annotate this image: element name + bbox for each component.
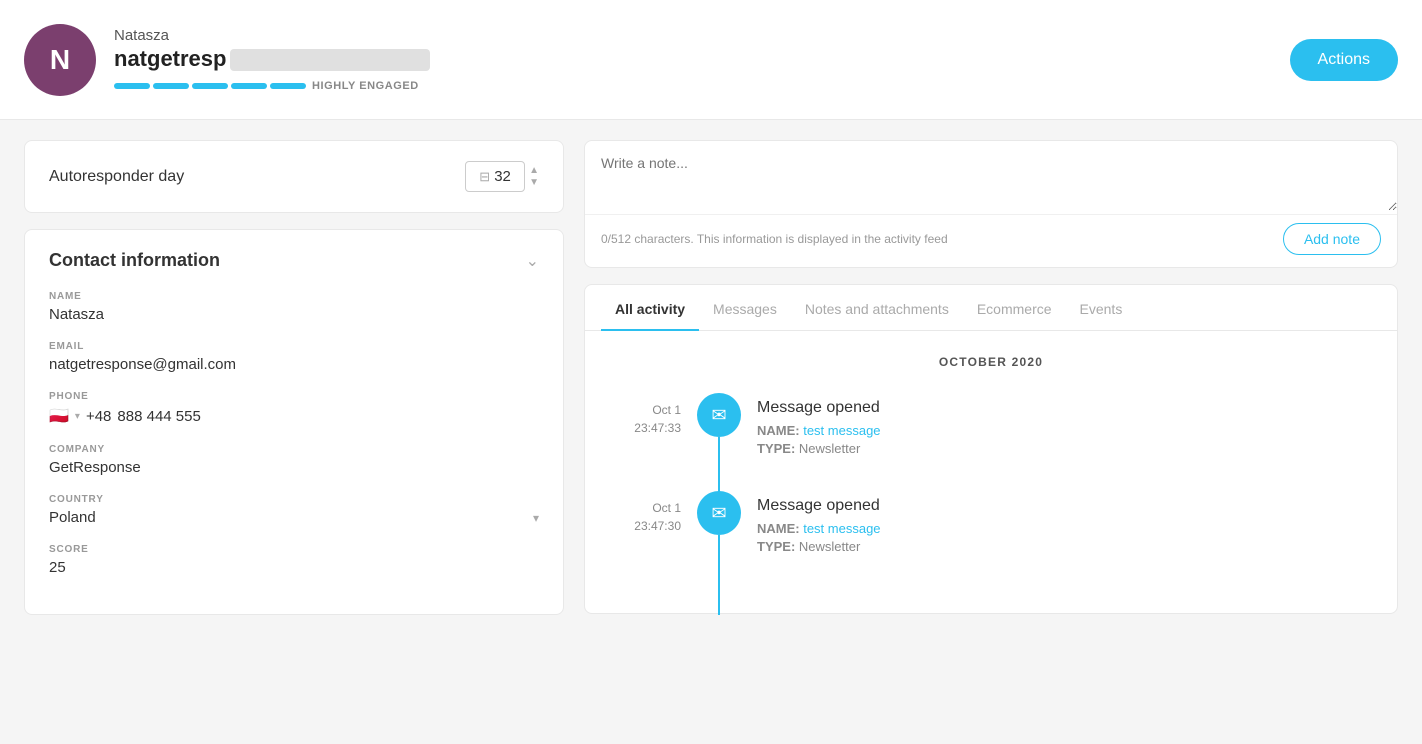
left-panel: Autoresponder day ⊟ 32 ▲ ▼ Contact infor…	[24, 140, 564, 615]
month-label: OCTOBER 2020	[601, 355, 1381, 369]
phone-label: PHONE	[49, 391, 539, 402]
stepper-up[interactable]: ▲	[529, 166, 539, 176]
activity-date-1: Oct 1	[601, 401, 681, 419]
tab-all-activity[interactable]: All activity	[601, 285, 699, 331]
score-label: SCORE	[49, 544, 539, 555]
activity-timestamp-2: 23:47:30	[601, 517, 681, 535]
company-label: COMPANY	[49, 444, 539, 455]
header-info: Natasza natgetresp HIGHLY ENGAGED	[114, 27, 1290, 92]
day-input-box[interactable]: ⊟ 32	[465, 161, 525, 192]
email-field: EMAIL natgetresponse@gmail.com	[49, 341, 539, 373]
note-hint: 0/512 characters. This information is di…	[601, 232, 948, 246]
name-label: NAME	[49, 291, 539, 302]
message-opened-icon-2: ✉	[697, 491, 741, 535]
header: N Natasza natgetresp HIGHLY ENGAGED Acti…	[0, 0, 1422, 120]
activity-meta-type-1: TYPE: Newsletter	[757, 441, 881, 456]
day-stepper: ⊟ 32 ▲ ▼	[465, 161, 539, 192]
activity-title-2: Message opened	[757, 497, 881, 515]
tab-ecommerce[interactable]: Ecommerce	[963, 285, 1066, 331]
add-note-button[interactable]: Add note	[1283, 223, 1381, 255]
autoresponder-card: Autoresponder day ⊟ 32 ▲ ▼	[24, 140, 564, 213]
activity-timestamp-1: 23:47:33	[601, 419, 681, 437]
activity-icon-wrap-1: ✉	[697, 393, 741, 437]
company-value: GetResponse	[49, 459, 539, 476]
phone-number: 888 444 555	[117, 408, 200, 425]
stepper-arrows: ▲ ▼	[529, 166, 539, 188]
country-dropdown-icon[interactable]: ▾	[533, 511, 539, 525]
activity-details-1: Message opened NAME: test message TYPE: …	[757, 393, 881, 459]
activity-date-2: Oct 1	[601, 499, 681, 517]
score-field: SCORE 25	[49, 544, 539, 576]
activity-section: All activity Messages Notes and attachme…	[584, 284, 1398, 614]
collapse-icon[interactable]: ⌄	[526, 251, 539, 271]
engagement-label: HIGHLY ENGAGED	[312, 80, 419, 92]
bar-seg-3	[192, 83, 228, 89]
tabs-row: All activity Messages Notes and attachme…	[585, 285, 1397, 331]
stepper-down[interactable]: ▼	[529, 178, 539, 188]
bar-seg-1	[114, 83, 150, 89]
engagement-segments	[114, 83, 306, 89]
timeline-line-2	[718, 535, 720, 615]
main-layout: Autoresponder day ⊟ 32 ▲ ▼ Contact infor…	[0, 120, 1422, 635]
note-card: 0/512 characters. This information is di…	[584, 140, 1398, 268]
flag-dropdown[interactable]: ▾	[75, 411, 80, 422]
activity-icon-wrap-2: ✉	[697, 491, 741, 535]
activity-time-2: Oct 1 23:47:30	[601, 491, 681, 535]
email-blurred	[230, 49, 430, 71]
country-label: COUNTRY	[49, 494, 539, 505]
activity-meta-name-1: NAME: test message	[757, 423, 881, 438]
email-label: EMAIL	[49, 341, 539, 352]
country-field: COUNTRY Poland ▾	[49, 494, 539, 526]
note-textarea[interactable]	[585, 141, 1397, 211]
activity-item-2: Oct 1 23:47:30 ✉ Message opened NAME: te…	[601, 491, 1381, 557]
bar-seg-4	[231, 83, 267, 89]
phone-field: PHONE 🇵🇱 ▾ +48 888 444 555	[49, 391, 539, 426]
bar-seg-5	[270, 83, 306, 89]
tab-messages[interactable]: Messages	[699, 285, 791, 331]
contact-card: Contact information ⌄ NAME Natasza EMAIL…	[24, 229, 564, 615]
score-value: 25	[49, 559, 539, 576]
activity-item: Oct 1 23:47:33 ✉ Message opened NAME: te…	[601, 393, 1381, 459]
right-panel: 0/512 characters. This information is di…	[584, 140, 1398, 614]
activity-title-1: Message opened	[757, 399, 881, 417]
activity-meta-type-2: TYPE: Newsletter	[757, 539, 881, 554]
avatar: N	[24, 24, 96, 96]
country-row: Poland ▾	[49, 509, 539, 526]
contact-card-header: Contact information ⌄	[49, 250, 539, 271]
bar-seg-2	[153, 83, 189, 89]
name-value: Natasza	[49, 306, 539, 323]
contact-email: natgetresp	[114, 46, 1290, 72]
country-value: Poland	[49, 509, 96, 526]
actions-button[interactable]: Actions	[1290, 39, 1398, 81]
activity-timeline: Oct 1 23:47:33 ✉ Message opened NAME: te…	[601, 393, 1381, 557]
autoresponder-label: Autoresponder day	[49, 168, 184, 186]
phone-row: 🇵🇱 ▾ +48 888 444 555	[49, 406, 539, 426]
note-footer: 0/512 characters. This information is di…	[585, 214, 1397, 267]
contact-name-small: Natasza	[114, 27, 1290, 44]
activity-meta-name-2: NAME: test message	[757, 521, 881, 536]
day-value: 32	[494, 168, 511, 185]
name-field: NAME Natasza	[49, 291, 539, 323]
activity-content: OCTOBER 2020 Oct 1 23:47:33 ✉ M	[585, 331, 1397, 613]
message-opened-icon-1: ✉	[697, 393, 741, 437]
company-field: COMPANY GetResponse	[49, 444, 539, 476]
tab-events[interactable]: Events	[1066, 285, 1137, 331]
engagement-bar: HIGHLY ENGAGED	[114, 80, 1290, 92]
activity-details-2: Message opened NAME: test message TYPE: …	[757, 491, 881, 557]
activity-time-1: Oct 1 23:47:33	[601, 393, 681, 437]
flag-icon: 🇵🇱	[49, 406, 69, 426]
tab-notes-attachments[interactable]: Notes and attachments	[791, 285, 963, 331]
contact-card-title: Contact information	[49, 250, 220, 271]
phone-prefix: +48	[86, 408, 111, 425]
email-value: natgetresponse@gmail.com	[49, 356, 539, 373]
